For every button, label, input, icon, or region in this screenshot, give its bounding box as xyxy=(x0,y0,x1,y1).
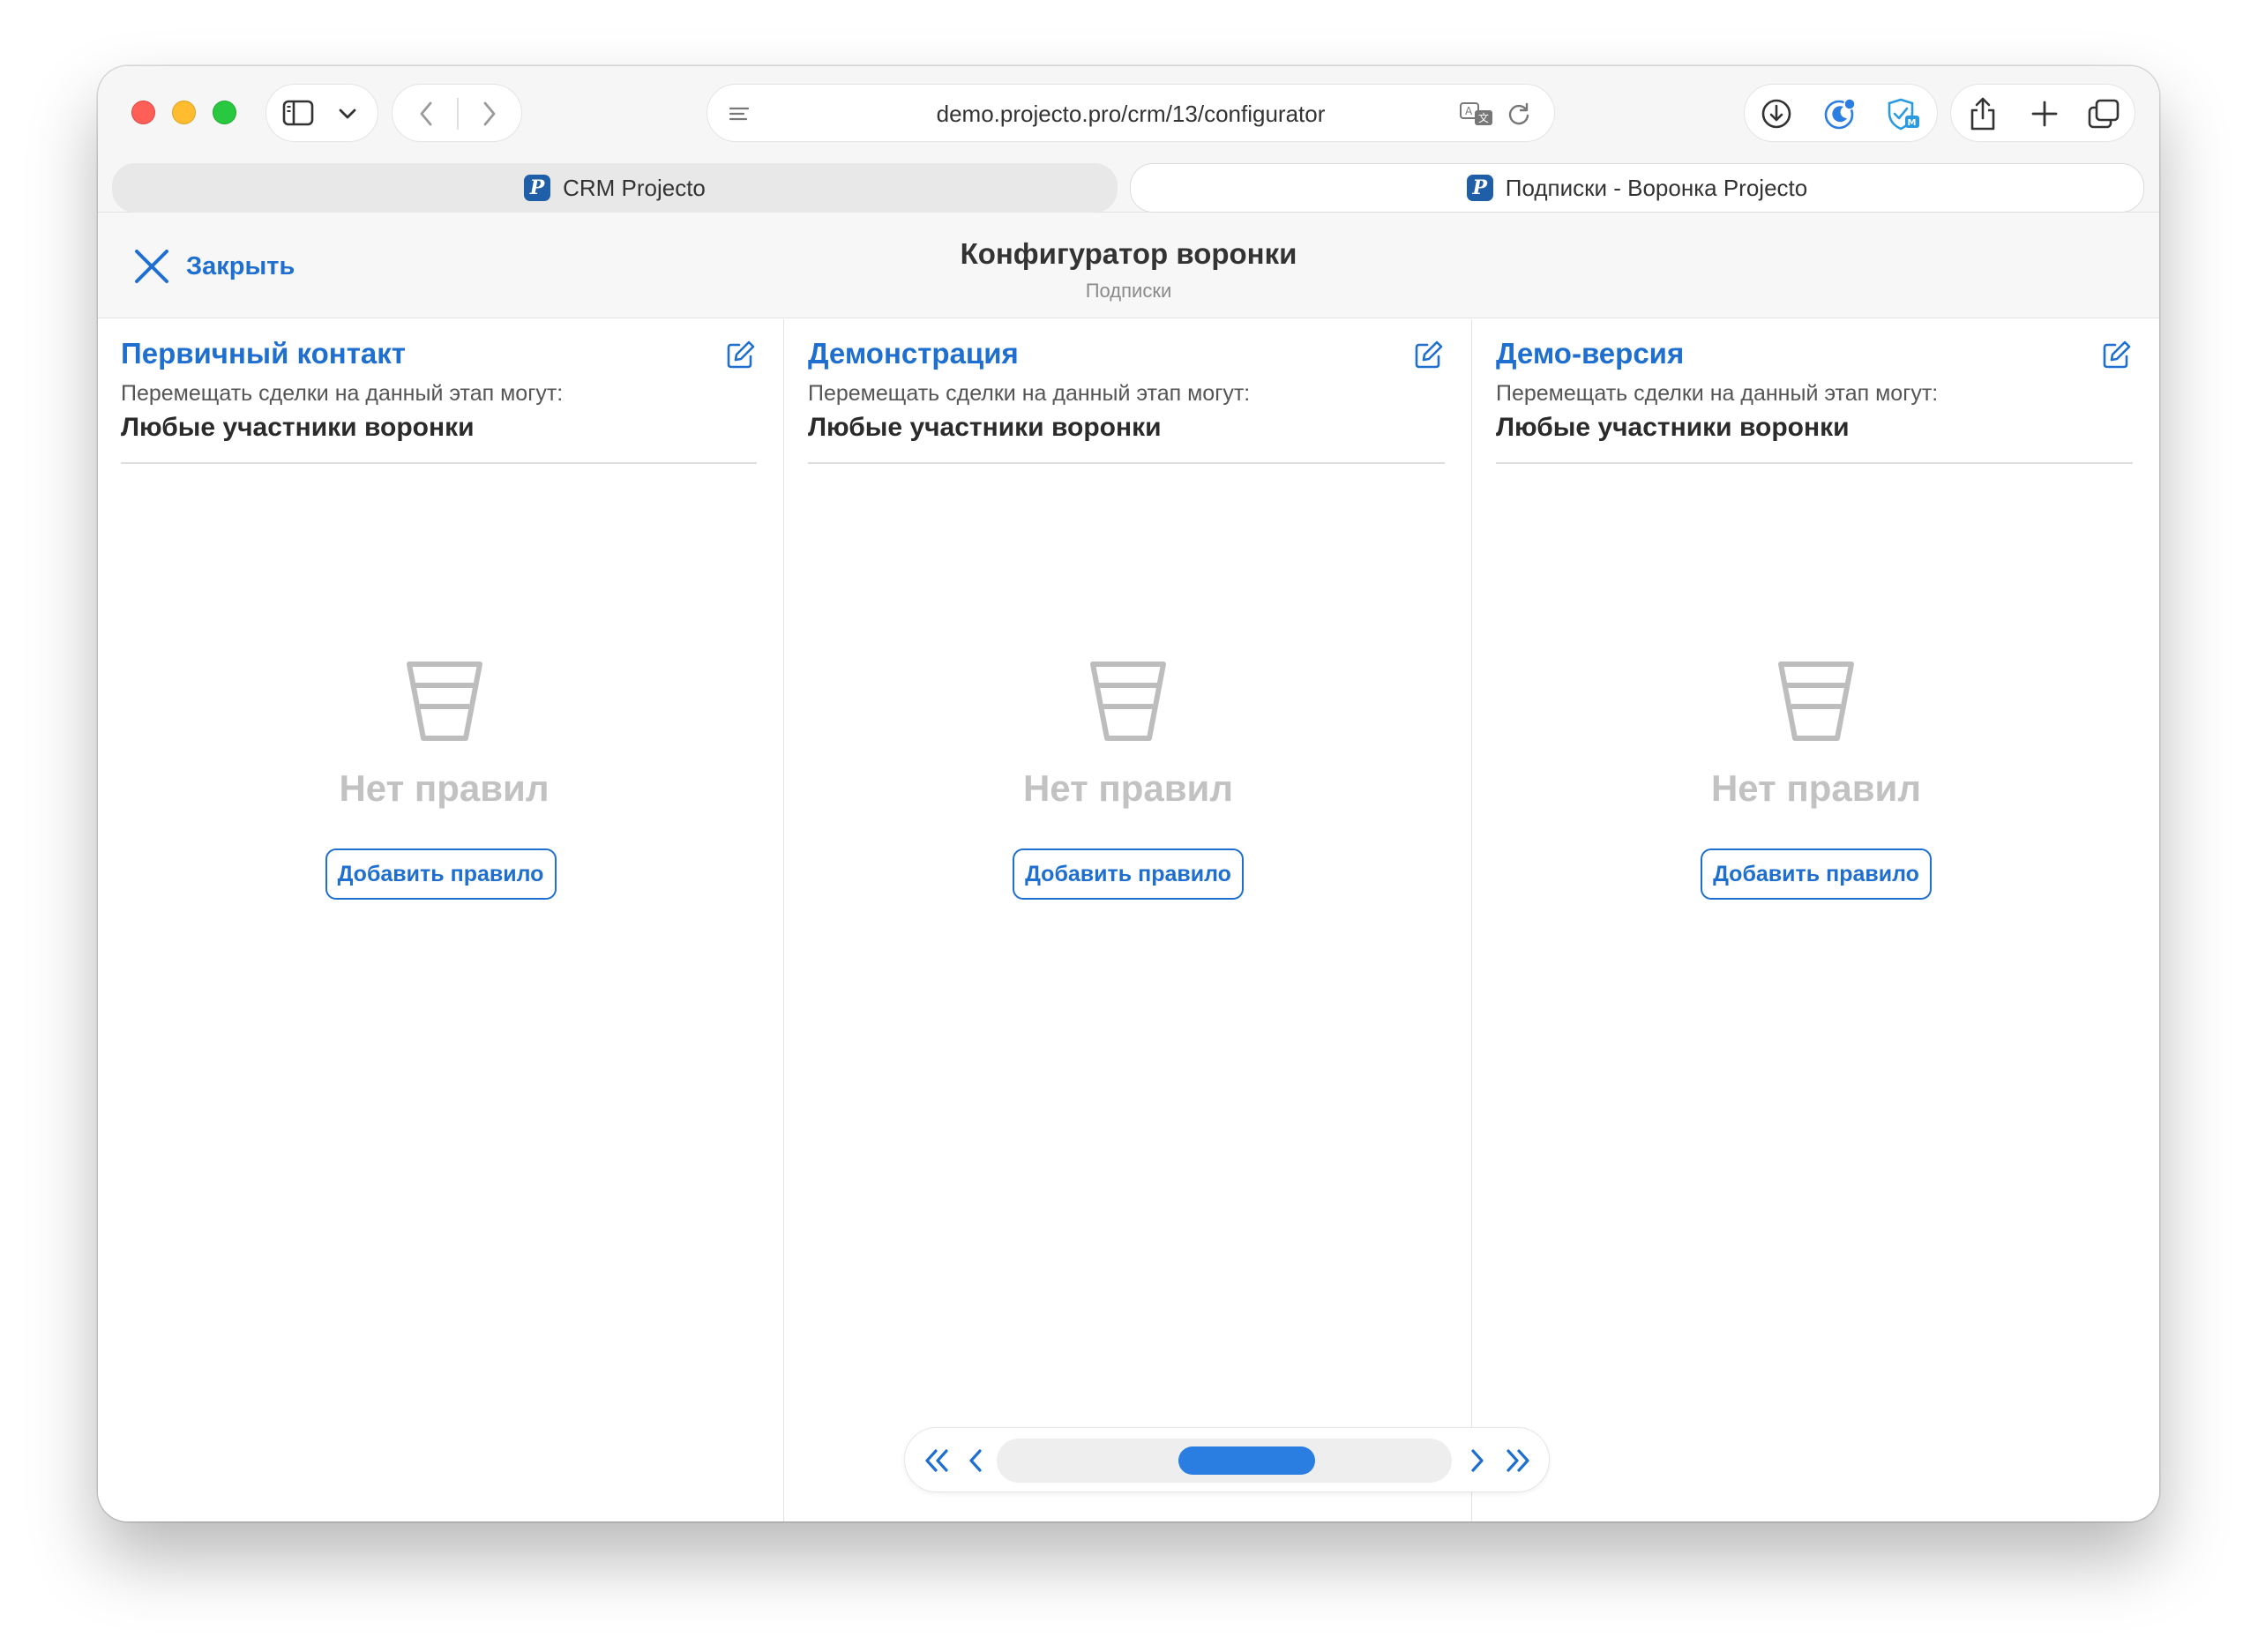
permission-label: Перемещать сделки на данный этап могут: xyxy=(808,381,1251,406)
stage-column: Демонстрация Перемещать сделки на данный… xyxy=(785,319,1472,1521)
zoom-window-button[interactable] xyxy=(213,101,236,124)
back-icon[interactable] xyxy=(408,96,444,131)
scroll-next-button[interactable] xyxy=(1458,1428,1497,1493)
tab-label: CRM Projecto xyxy=(563,174,706,201)
svg-text:M: M xyxy=(1908,118,1917,128)
svg-text:文: 文 xyxy=(1478,111,1489,124)
browser-toolbar: demo.projecto.pro/crm/13/configurator A文… xyxy=(98,66,2159,156)
add-rule-button[interactable]: Добавить правило xyxy=(1013,848,1244,900)
columns-scroller xyxy=(904,1427,1550,1492)
sidebar-icon[interactable] xyxy=(280,97,316,129)
scroll-first-button[interactable] xyxy=(917,1428,956,1493)
edit-icon[interactable] xyxy=(725,339,757,370)
chevron-left-icon xyxy=(969,1449,982,1472)
divider xyxy=(1496,462,2133,464)
address-bar[interactable]: demo.projecto.pro/crm/13/configurator A文 xyxy=(707,84,1555,142)
tab-label: Подписки - Воронка Projecto xyxy=(1505,174,1808,201)
configurator-header: Закрыть Конфигуратор воронки Подписки xyxy=(98,213,2159,318)
svg-text:A: A xyxy=(1465,105,1473,117)
url-text[interactable]: demo.projecto.pro/crm/13/configurator xyxy=(707,85,1554,143)
reload-icon[interactable] xyxy=(1503,98,1535,130)
funnel-icon xyxy=(101,659,787,744)
shield-icon[interactable]: M xyxy=(1882,95,1923,132)
chevron-right-icon xyxy=(1471,1449,1484,1472)
permission-label: Перемещать сделки на данный этап могут: xyxy=(1496,381,1939,406)
share-icon[interactable] xyxy=(1963,93,2002,134)
page-subtitle: Подписки xyxy=(1085,280,1172,302)
translate-icon[interactable]: A文 xyxy=(1457,98,1496,130)
nav-divider xyxy=(457,98,459,130)
empty-state-text: Нет правил xyxy=(339,767,550,809)
projecto-logo-icon: P xyxy=(524,175,551,201)
page-title: Конфигуратор воронки xyxy=(960,237,1297,270)
minimize-window-button[interactable] xyxy=(172,101,196,124)
forward-icon[interactable] xyxy=(472,96,507,131)
scroll-last-button[interactable] xyxy=(1499,1428,1537,1493)
actions-group xyxy=(1950,84,2135,142)
scroll-prev-button[interactable] xyxy=(956,1428,995,1493)
close-window-button[interactable] xyxy=(131,101,155,124)
empty-state-text: Нет правил xyxy=(1710,767,1922,809)
funnel-icon xyxy=(1473,659,2159,744)
stage-title: Первичный контакт xyxy=(121,337,406,370)
download-icon[interactable] xyxy=(1757,95,1796,132)
new-tab-icon[interactable] xyxy=(2025,95,2064,132)
extensions-group: M xyxy=(1744,84,1938,142)
permission-value: Любые участники воронки xyxy=(121,413,475,442)
scroll-thumb[interactable] xyxy=(1178,1446,1315,1475)
navigation-group xyxy=(392,84,522,142)
projecto-logo-icon: P xyxy=(1466,175,1493,201)
funnel-icon xyxy=(785,659,1471,744)
double-chevron-left-icon xyxy=(925,1449,948,1472)
divider xyxy=(121,462,757,464)
tab-overview-icon[interactable] xyxy=(2083,95,2124,132)
empty-state-text: Нет правил xyxy=(1022,767,1234,809)
stage-title: Демо-версия xyxy=(1496,337,1685,370)
permission-label: Перемещать сделки на данный этап могут: xyxy=(121,381,564,406)
tab-subscriptions-funnel[interactable]: P Подписки - Воронка Projecto xyxy=(1130,163,2144,213)
stage-column: Демо-версия Перемещать сделки на данный … xyxy=(1473,319,2159,1521)
add-rule-button[interactable]: Добавить правило xyxy=(325,848,557,900)
extension-moon-icon[interactable] xyxy=(1821,95,1859,132)
sidebar-toggle-group xyxy=(265,84,378,142)
stage-title: Демонстрация xyxy=(808,337,1019,370)
permission-value: Любые участники воронки xyxy=(808,413,1162,442)
edit-icon[interactable] xyxy=(2101,339,2133,370)
chevron-down-icon[interactable] xyxy=(333,101,362,127)
tab-bar: P CRM Projecto P Подписки - Воронка Proj… xyxy=(98,156,2159,213)
browser-window: demo.projecto.pro/crm/13/configurator A文… xyxy=(98,66,2159,1521)
stages-board: Первичный контакт Перемещать сделки на д… xyxy=(98,319,2159,1521)
permission-value: Любые участники воронки xyxy=(1496,413,1850,442)
add-rule-button[interactable]: Добавить правило xyxy=(1701,848,1932,900)
edit-icon[interactable] xyxy=(1413,339,1445,370)
scroll-track[interactable] xyxy=(997,1439,1452,1483)
tab-crm-projecto[interactable]: P CRM Projecto xyxy=(112,163,1118,213)
double-chevron-right-icon xyxy=(1507,1449,1529,1472)
stage-column: Первичный контакт Перемещать сделки на д… xyxy=(98,319,784,1521)
divider xyxy=(808,462,1445,464)
